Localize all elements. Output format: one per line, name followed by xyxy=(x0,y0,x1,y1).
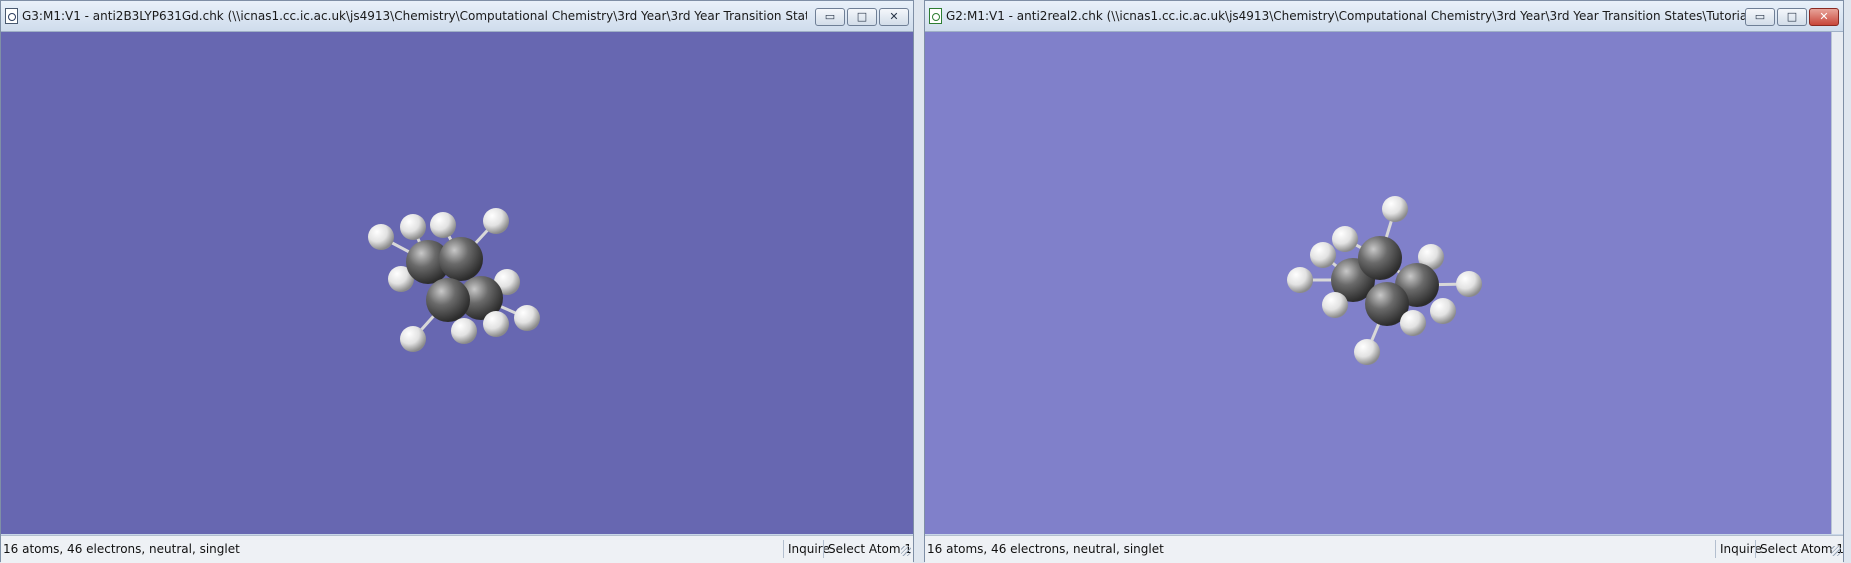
close-button[interactable]: ✕ xyxy=(879,8,909,26)
minimize-button[interactable]: ▭ xyxy=(815,8,845,26)
molecule-viewport[interactable] xyxy=(925,32,1832,534)
maximize-button[interactable]: □ xyxy=(1777,8,1807,26)
window-title: G2:M1:V1 - anti2real2.chk (\\icnas1.cc.i… xyxy=(946,9,1746,23)
resize-grip[interactable] xyxy=(901,546,911,556)
window-right[interactable]: G2:M1:V1 - anti2real2.chk (\\icnas1.cc.i… xyxy=(924,0,1844,563)
window-left[interactable]: G3:M1:V1 - anti2B3LYP631Gd.chk (\\icnas1… xyxy=(0,0,914,563)
status-bar: 16 atoms, 46 electrons, neutral, singlet… xyxy=(1,535,913,563)
document-icon xyxy=(5,8,18,24)
molecule-viewport[interactable] xyxy=(1,32,913,534)
carbon-atoms xyxy=(406,237,503,322)
bonds xyxy=(1300,208,1470,353)
vertical-scrollbar[interactable] xyxy=(1831,32,1843,534)
title-bar[interactable]: G3:M1:V1 - anti2B3LYP631Gd.chk (\\icnas1… xyxy=(1,1,913,32)
minimize-button[interactable]: ▭ xyxy=(1745,8,1775,26)
status-bar: 16 atoms, 46 electrons, neutral, singlet… xyxy=(925,535,1844,563)
molecule-info: 16 atoms, 46 electrons, neutral, singlet xyxy=(927,542,1164,556)
molecule-info: 16 atoms, 46 electrons, neutral, singlet xyxy=(3,542,240,556)
window-title: G3:M1:V1 - anti2B3LYP631Gd.chk (\\icnas1… xyxy=(22,9,807,23)
title-bar[interactable]: G2:M1:V1 - anti2real2.chk (\\icnas1.cc.i… xyxy=(925,1,1843,32)
molecule-view[interactable] xyxy=(1,32,915,534)
document-icon xyxy=(929,8,942,24)
molecule-view[interactable] xyxy=(925,32,1834,534)
close-button[interactable]: ✕ xyxy=(1809,8,1839,26)
resize-grip[interactable] xyxy=(1831,546,1841,556)
maximize-button[interactable]: □ xyxy=(847,8,877,26)
